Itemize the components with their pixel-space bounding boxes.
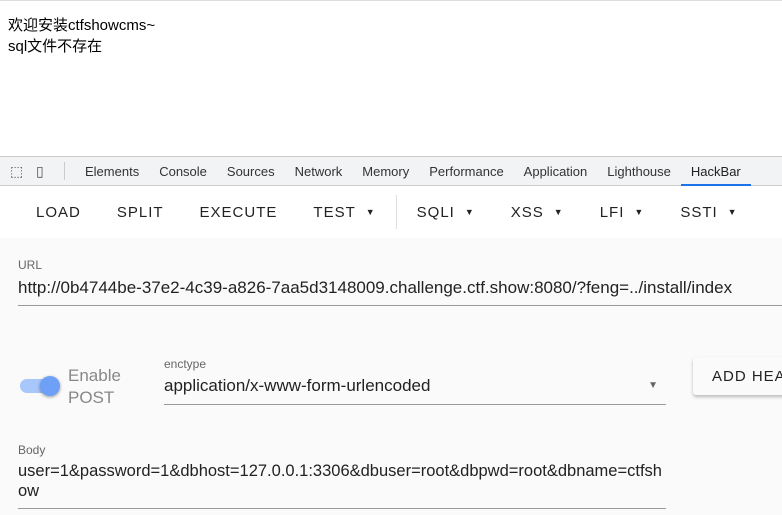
caret-down-icon: ▼ <box>553 206 564 217</box>
test-label: TEST <box>313 203 356 221</box>
ssti-label: SSTI <box>680 203 718 221</box>
sqli-menu-button[interactable]: SQLI ▼ <box>399 204 493 221</box>
tab-network[interactable]: Network <box>285 157 353 186</box>
execute-button[interactable]: EXECUTE <box>182 204 296 221</box>
tab-performance[interactable]: Performance <box>419 157 513 186</box>
add-header-button[interactable]: ADD HEADER <box>693 357 782 395</box>
body-input[interactable]: user=1&password=1&dbhost=127.0.0.1:3306&… <box>18 461 666 509</box>
caret-down-icon: ▼ <box>464 206 475 217</box>
body-label: Body <box>18 443 46 457</box>
welcome-text: 欢迎安装ctfshowcms~ <box>8 17 156 34</box>
tab-memory[interactable]: Memory <box>352 157 419 186</box>
page-content: 欢迎安装ctfshowcms~ sql文件不存在 <box>0 0 782 156</box>
load-button[interactable]: LOAD <box>0 204 99 221</box>
device-toolbar-icon[interactable]: ▯ <box>36 163 52 179</box>
xss-label: XSS <box>510 203 544 221</box>
caret-down-icon: ▼ <box>634 206 645 217</box>
tab-lighthouse[interactable]: Lighthouse <box>597 157 681 186</box>
xss-menu-button[interactable]: XSS ▼ <box>493 204 582 221</box>
enable-post-toggle[interactable] <box>20 376 60 396</box>
caret-down-icon: ▼ <box>727 206 738 217</box>
ssti-menu-button[interactable]: SSTI ▼ <box>662 204 755 221</box>
caret-down-icon: ▼ <box>365 206 376 217</box>
enctype-label: enctype <box>164 357 207 371</box>
enctype-select[interactable]: application/x-www-form-urlencoded ▼ <box>164 375 666 405</box>
post-label: POST <box>68 388 115 407</box>
tab-sources[interactable]: Sources <box>217 157 285 186</box>
enctype-value: application/x-www-form-urlencoded <box>164 376 431 395</box>
url-label: URL <box>18 258 43 272</box>
dropdown-arrow-icon: ▼ <box>648 380 658 391</box>
enable-label: Enable <box>68 366 121 385</box>
tab-elements[interactable]: Elements <box>75 157 149 186</box>
enable-post-label: Enable POST <box>68 365 121 409</box>
tab-application[interactable]: Application <box>514 157 598 186</box>
tab-console[interactable]: Console <box>149 157 217 186</box>
hackbar-toolbar: LOAD SPLIT EXECUTE TEST ▼ SQLI ▼ XSS ▼ LFI ▼… <box>0 186 782 238</box>
tab-hackbar[interactable]: HackBar <box>680 157 751 186</box>
toggle-knob <box>40 376 60 396</box>
divider <box>64 162 65 180</box>
url-input[interactable]: http://0b4744be-37e2-4c39-a826-7aa5d3148… <box>18 276 782 306</box>
devtools-tabbar: ⬚ ▯ Elements Console Sources Network Mem… <box>0 156 782 186</box>
lfi-label: LFI <box>599 203 625 221</box>
sqli-label: SQLI <box>416 203 455 221</box>
error-text: sql文件不存在 <box>8 38 103 55</box>
split-button[interactable]: SPLIT <box>99 204 182 221</box>
test-menu-button[interactable]: TEST ▼ <box>295 204 393 221</box>
divider <box>395 195 397 229</box>
inspect-element-icon[interactable]: ⬚ <box>10 163 26 179</box>
lfi-menu-button[interactable]: LFI ▼ <box>582 204 663 221</box>
